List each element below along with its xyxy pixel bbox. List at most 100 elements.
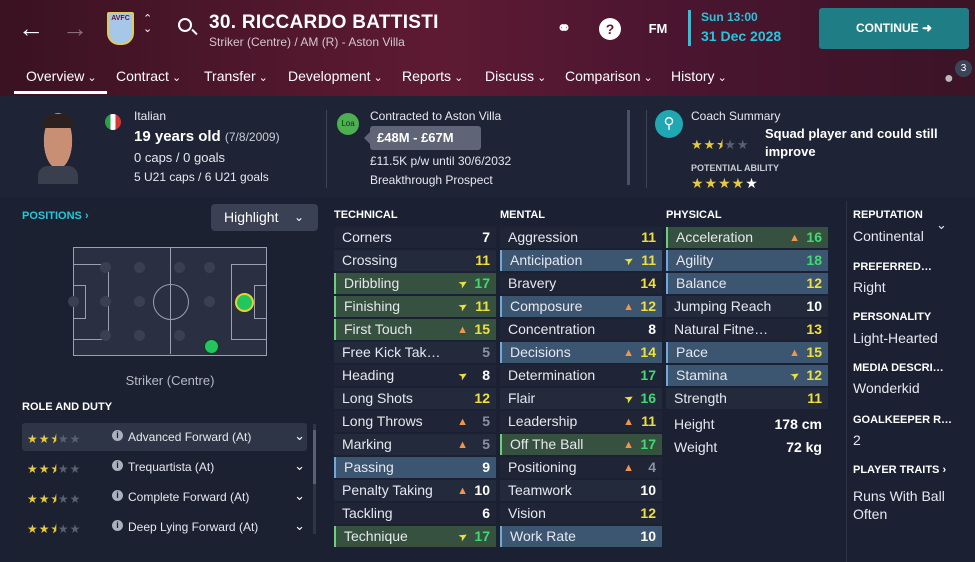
potential-ability-stars: ★★★★★ <box>691 175 759 191</box>
chevron-down-icon[interactable]: ⌄ <box>294 488 305 504</box>
player-traits-link[interactable]: PLAYER TRAITS › <box>853 464 946 476</box>
info-icon[interactable]: i <box>112 520 123 531</box>
role-item[interactable]: ★★⯨★★ i Trequartista (At) ⌄ <box>22 453 307 481</box>
attribute-name: Natural Fitne… <box>674 321 769 337</box>
attribute-row[interactable]: Concentration 8 <box>500 319 662 340</box>
attribute-value: 18 <box>806 252 822 268</box>
info-icon[interactable]: i <box>112 460 123 471</box>
tab-reports[interactable]: Reports ⌄ <box>402 68 463 84</box>
tab-label: Development <box>288 68 371 84</box>
globe-icon[interactable]: ⚭ <box>553 18 575 40</box>
info-icon[interactable]: i <box>112 430 123 441</box>
chevron-down-icon[interactable]: ⌄ <box>294 518 305 534</box>
attribute-row[interactable]: Technique ➤ 17 <box>334 526 496 547</box>
tab-comparison[interactable]: Comparison ⌄ <box>565 68 653 84</box>
info-icon[interactable]: i <box>112 490 123 501</box>
info-scrollbar[interactable] <box>627 110 630 185</box>
attribute-row[interactable]: Anticipation ➤ 11 <box>500 250 662 271</box>
attribute-row[interactable]: Balance 12 <box>666 273 828 294</box>
attribute-row[interactable]: Determination 17 <box>500 365 662 386</box>
tab-label: History <box>671 68 715 84</box>
tab-overview[interactable]: Overview ⌄ <box>14 68 107 94</box>
attribute-row[interactable]: Finishing ➤ 11 <box>334 296 496 317</box>
attribute-value: 14 <box>640 344 656 360</box>
search-coach-icon[interactable]: ⚲ <box>655 110 683 138</box>
highlight-dropdown[interactable]: Highlight ⌄ <box>211 204 318 231</box>
help-icon[interactable]: ? <box>599 18 621 40</box>
attribute-row[interactable]: Stamina ➤ 12 <box>666 365 828 386</box>
goalkeeper-rating-value: 2 <box>853 432 861 448</box>
attribute-row[interactable]: Aggression 11 <box>500 227 662 248</box>
attribute-row[interactable]: Pace ▲ 15 <box>666 342 828 363</box>
attribute-row[interactable]: Teamwork 10 <box>500 480 662 501</box>
attribute-value: 9 <box>482 459 490 475</box>
attribute-row[interactable]: Positioning ▲ 4 <box>500 457 662 478</box>
attribute-row[interactable]: Passing 9 <box>334 457 496 478</box>
updown-chevron-icon[interactable]: ⌃ ⌄ <box>143 14 152 35</box>
attribute-row[interactable]: Corners 7 <box>334 227 496 248</box>
trend-down-icon: ▲ <box>623 462 634 474</box>
attribute-value: 10 <box>640 528 656 544</box>
role-item[interactable]: ★★⯨★★ i Complete Forward (At) ⌄ <box>22 483 307 511</box>
fm-menu-button[interactable]: FM <box>643 18 673 40</box>
attribute-row[interactable]: Tackling 6 <box>334 503 496 524</box>
attribute-row[interactable]: First Touch ▲ 15 <box>334 319 496 340</box>
attribute-row[interactable]: Agility 18 <box>666 250 828 271</box>
attribute-row[interactable]: Natural Fitne… 13 <box>666 319 828 340</box>
attribute-row[interactable]: Long Shots 12 <box>334 388 496 409</box>
attribute-row[interactable]: Crossing 11 <box>334 250 496 271</box>
attribute-row[interactable]: Vision 12 <box>500 503 662 524</box>
attribute-name: Agility <box>676 252 714 268</box>
attribute-row[interactable]: Off The Ball ▲ 17 <box>500 434 662 455</box>
forward-arrow-icon[interactable]: → <box>62 14 88 42</box>
attribute-name: Concentration <box>508 321 596 337</box>
attribute-row[interactable]: Leadership ▲ 11 <box>500 411 662 432</box>
attribute-name: Flair <box>508 390 536 406</box>
attribute-row[interactable]: Marking ▲ 5 <box>334 434 496 455</box>
attribute-row[interactable]: Composure ▲ 12 <box>500 296 662 317</box>
chevron-down-icon[interactable]: ⌄ <box>294 458 305 474</box>
attribute-row[interactable]: Dribbling ➤ 17 <box>334 273 496 294</box>
attribute-row[interactable]: Long Throws ▲ 5 <box>334 411 496 432</box>
trend-down-icon: ▲ <box>457 439 468 451</box>
player-age: 19 years old (7/8/2009) <box>134 128 280 145</box>
attribute-row[interactable]: Free Kick Tak… 5 <box>334 342 496 363</box>
role-rating-stars: ★★⯨★★ <box>27 492 82 506</box>
club-crest[interactable]: AVFC <box>107 12 134 45</box>
caps: 0 caps / 0 goals <box>134 150 226 165</box>
attribute-row[interactable]: Flair ➤ 16 <box>500 388 662 409</box>
attribute-row[interactable]: Heading ➤ 8 <box>334 365 496 386</box>
attribute-row[interactable]: Acceleration ▲ 16 <box>666 227 828 248</box>
tab-discuss[interactable]: Discuss ⌄ <box>485 68 546 84</box>
divider <box>846 201 847 562</box>
tab-history[interactable]: History ⌄ <box>671 68 727 84</box>
continue-button[interactable]: CONTINUE ➜ <box>819 8 969 49</box>
attribute-row[interactable]: Decisions ▲ 14 <box>500 342 662 363</box>
positions-link[interactable]: POSITIONS › <box>22 210 89 222</box>
attribute-row[interactable]: Jumping Reach 10 <box>666 296 828 317</box>
role-scroll-thumb[interactable] <box>313 430 316 484</box>
tab-transfer[interactable]: Transfer ⌄ <box>204 68 268 84</box>
chevron-down-icon[interactable]: ⌄ <box>294 428 305 444</box>
attribute-name: Off The Ball <box>510 436 584 452</box>
chevron-down-icon: ⌄ <box>640 72 653 84</box>
attribute-name: Teamwork <box>508 482 572 498</box>
attribute-row[interactable]: Penalty Taking ▲ 10 <box>334 480 496 501</box>
notifications-button[interactable]: ● 3 <box>942 60 972 90</box>
search-icon[interactable] <box>178 18 192 32</box>
role-item[interactable]: ★★⯨★★ i Advanced Forward (At) ⌄ <box>22 423 307 451</box>
tab-development[interactable]: Development ⌄ <box>288 68 383 84</box>
attribute-name: Heading <box>342 367 395 383</box>
attribute-name: Marking <box>342 436 392 452</box>
chevron-down-icon[interactable]: ⌄ <box>936 217 947 233</box>
tab-contract[interactable]: Contract ⌄ <box>116 68 181 84</box>
nationality: Italian <box>134 109 167 123</box>
attribute-row[interactable]: Strength 11 <box>666 388 828 409</box>
back-arrow-icon[interactable]: ← <box>18 14 44 42</box>
attribute-value: 17 <box>474 528 490 544</box>
transfer-value[interactable]: £48M - £67M <box>364 126 481 150</box>
trend-down-icon: ▲ <box>457 324 468 336</box>
attribute-row[interactable]: Bravery 14 <box>500 273 662 294</box>
role-item[interactable]: ★★⯨★★ i Deep Lying Forward (At) ⌄ <box>22 513 307 541</box>
attribute-row[interactable]: Work Rate 10 <box>500 526 662 547</box>
